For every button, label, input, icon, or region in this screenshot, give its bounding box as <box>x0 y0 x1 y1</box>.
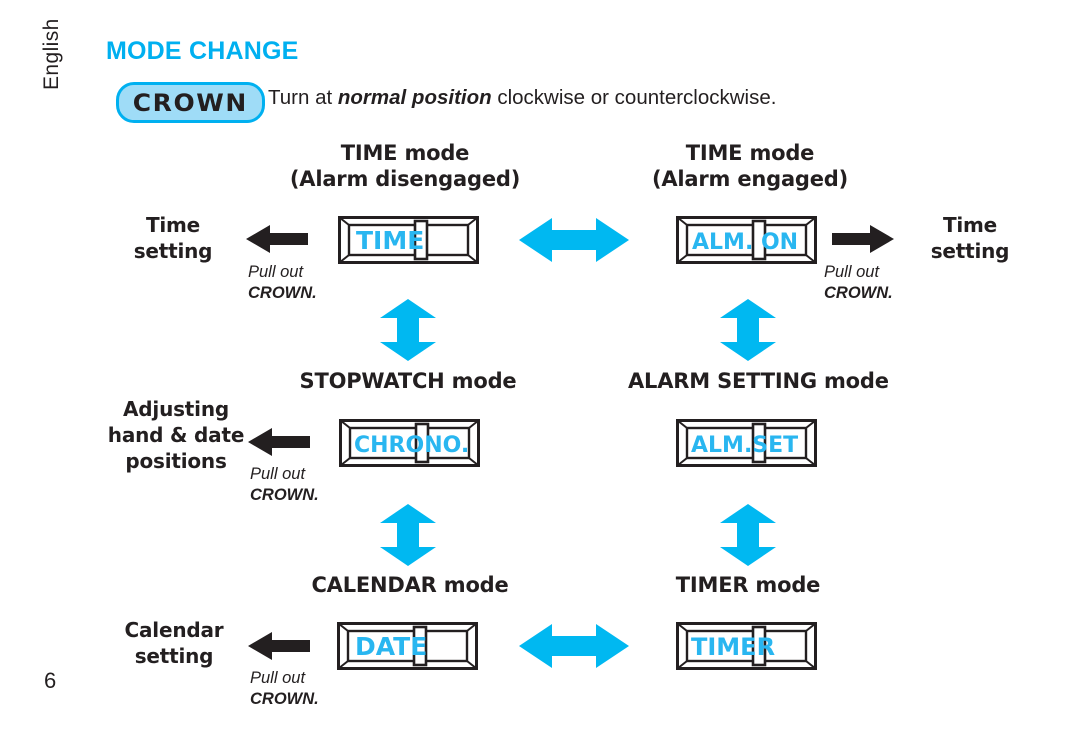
arrow-left-adjusting <box>248 427 310 457</box>
label-line2: setting <box>133 239 213 263</box>
mode-heading-line1: STOPWATCH mode <box>299 369 517 393</box>
arrow-left-calendar <box>248 631 310 661</box>
pullout-line2: CROWN. <box>250 690 319 709</box>
arrow-left-time-setting <box>246 224 308 254</box>
lcd-text: ALM. ON <box>692 230 798 255</box>
arrow-vertical-double-right-lower <box>718 504 778 566</box>
mode-heading-line2: (Alarm engaged) <box>651 167 849 192</box>
instruction-suffix: clockwise or counterclockwise. <box>491 86 777 109</box>
lcd-display-timer: TIMER <box>676 622 817 670</box>
mode-heading-calendar: CALENDAR mode <box>290 572 530 598</box>
pullout-line2: CROWN. <box>824 284 893 303</box>
pullout-caption-calendar: Pull out CROWN. <box>250 668 319 710</box>
instruction-prefix: Turn at <box>268 86 338 109</box>
label-line1: Adjusting <box>123 397 229 421</box>
mode-heading-line1: ALARM SETTING mode <box>628 369 889 393</box>
label-time-setting-right: Time setting <box>905 212 1035 264</box>
lcd-text: TIMER <box>691 633 775 661</box>
lcd-display-alarm-on: ALM. ON <box>676 216 817 264</box>
instruction-emphasis: normal position <box>337 86 492 109</box>
mode-heading-stopwatch: STOPWATCH mode <box>288 368 528 394</box>
lcd-display-chrono: CHRONO. <box>339 419 480 467</box>
arrow-right-time-setting <box>832 224 894 254</box>
pullout-line1: Pull out <box>250 669 306 687</box>
arrow-vertical-double-left-upper <box>378 299 438 361</box>
mode-heading-line1: CALENDAR mode <box>311 573 509 597</box>
crown-badge-label: CROWN <box>133 88 248 117</box>
pullout-line1: Pull out <box>248 263 304 281</box>
label-line1: Calendar <box>124 618 224 642</box>
label-line1: Time <box>145 213 201 237</box>
lcd-text: CHRONO. <box>354 433 469 458</box>
mode-heading-line1: TIME mode <box>685 141 815 165</box>
lcd-text: ALM.SET <box>691 433 798 458</box>
lcd-display-alarm-set: ALM.SET <box>676 419 817 467</box>
label-time-setting-left: Time setting <box>108 212 238 264</box>
pullout-line1: Pull out <box>250 465 306 483</box>
label-line3: positions <box>125 449 227 473</box>
label-line2: setting <box>134 644 214 668</box>
page-number: 6 <box>44 668 57 693</box>
label-line1: Time <box>942 213 998 237</box>
instruction-text: Turn at normal position clockwise or cou… <box>268 86 776 110</box>
page-title: MODE CHANGE <box>106 37 299 65</box>
pullout-line1: Pull out <box>824 263 880 281</box>
arrow-horizontal-double-top <box>519 216 629 264</box>
label-line2: hand & date <box>107 423 245 447</box>
mode-heading-line2: (Alarm disengaged) <box>289 167 521 192</box>
pullout-line2: CROWN. <box>250 486 319 505</box>
pullout-caption-stopwatch: Pull out CROWN. <box>250 464 319 506</box>
arrow-vertical-double-right-upper <box>718 299 778 361</box>
label-adjusting-hand-date: Adjusting hand & date positions <box>96 396 256 474</box>
mode-heading-alarm-setting: ALARM SETTING mode <box>628 368 889 394</box>
arrow-horizontal-double-bottom <box>519 622 629 670</box>
mode-heading-timer: TIMER mode <box>628 572 868 598</box>
arrow-vertical-double-left-lower <box>378 504 438 566</box>
language-tab-label: English <box>40 18 63 90</box>
pullout-line2: CROWN. <box>248 284 317 303</box>
lcd-text: TIME <box>356 226 424 255</box>
mode-heading-time-disengaged: TIME mode (Alarm disengaged) <box>285 140 525 193</box>
label-calendar-setting: Calendar setting <box>104 617 244 669</box>
label-line2: setting <box>930 239 1010 263</box>
pullout-caption-time-left: Pull out CROWN. <box>248 262 317 304</box>
crown-badge: CROWN <box>116 82 265 123</box>
mode-heading-time-engaged: TIME mode (Alarm engaged) <box>630 140 870 193</box>
lcd-display-time: TIME <box>338 216 479 264</box>
pullout-caption-time-right: Pull out CROWN. <box>824 262 893 304</box>
lcd-text: DATE <box>355 632 427 661</box>
lcd-display-date: DATE <box>337 622 478 670</box>
mode-heading-line1: TIME mode <box>340 141 470 165</box>
mode-heading-line1: TIMER mode <box>675 573 821 597</box>
